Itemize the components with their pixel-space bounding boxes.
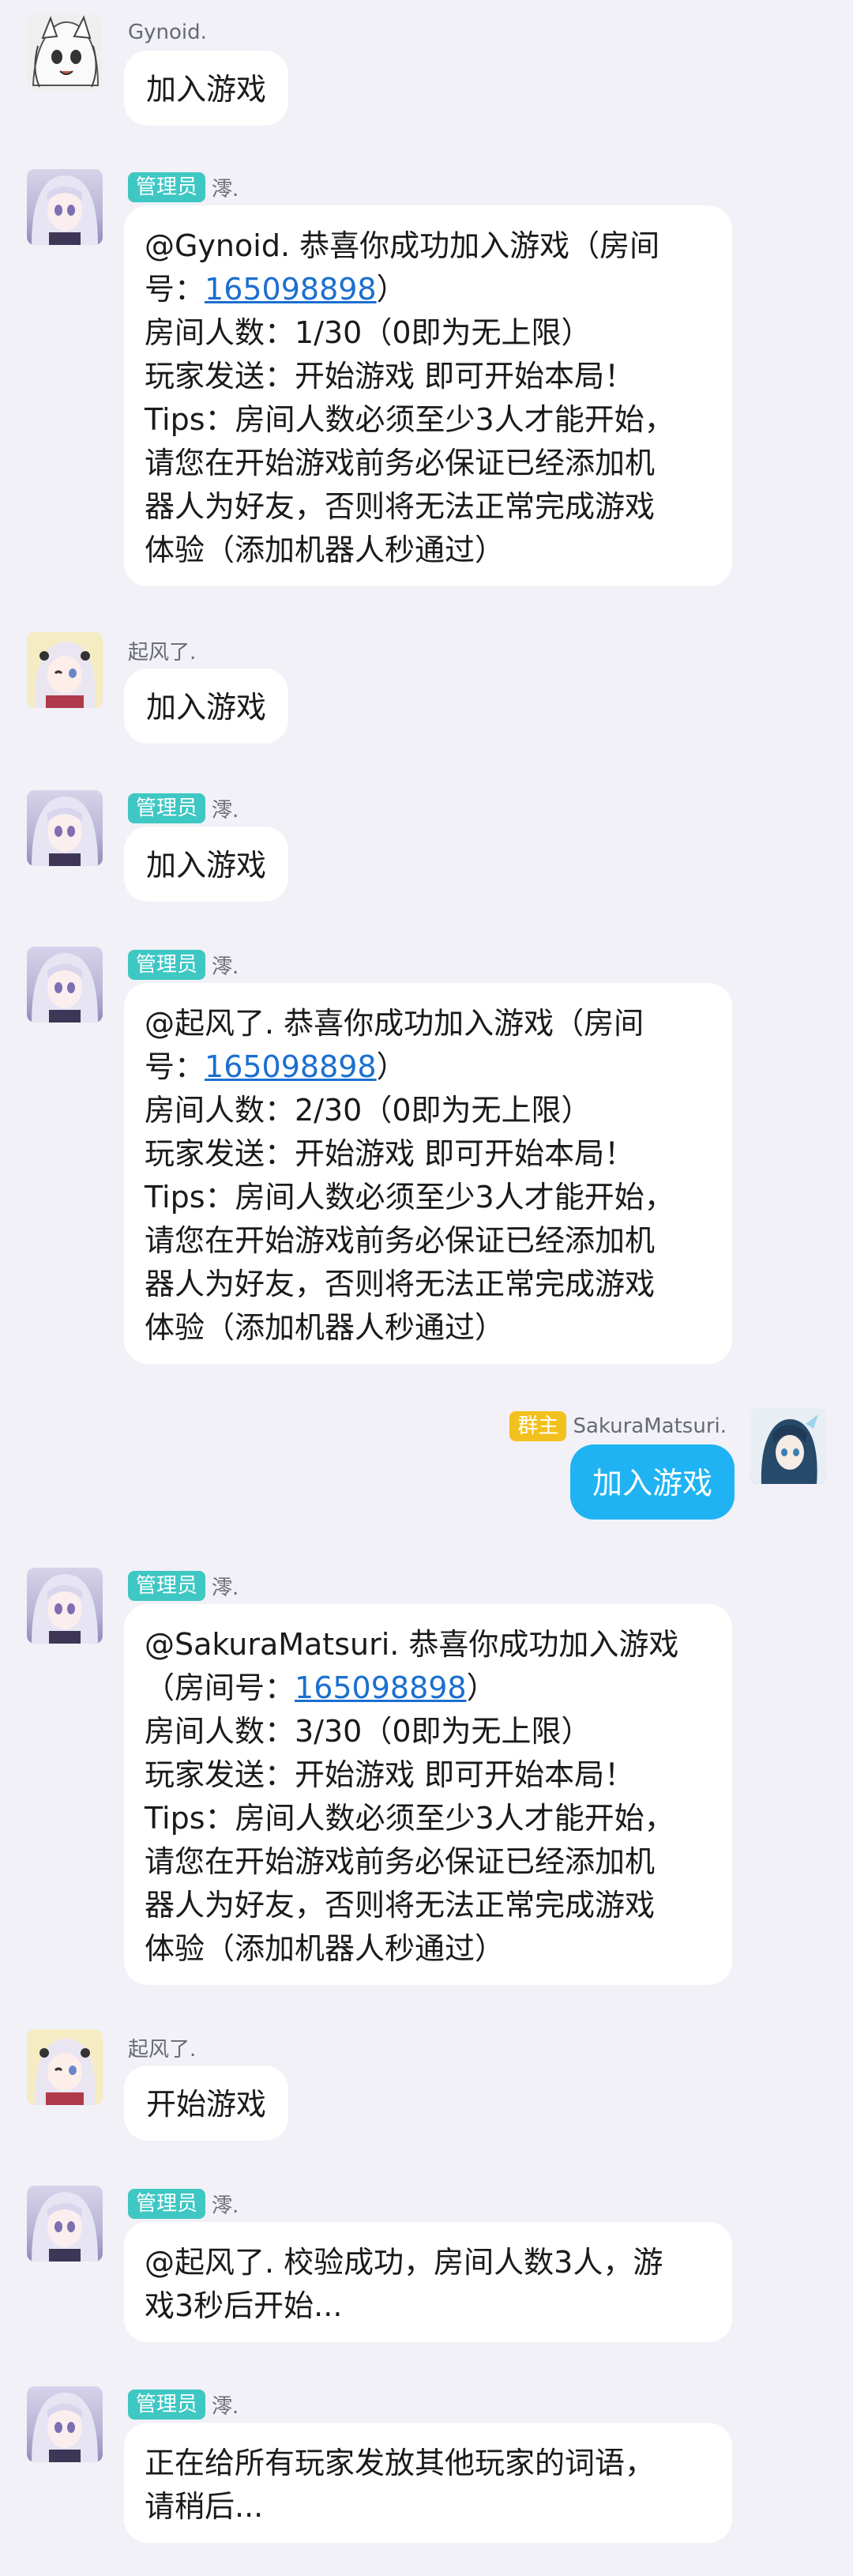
- message-bubble[interactable]: @Gynoid. 恭喜你成功加入游戏（房间 号：165098898） 房间人数：…: [124, 205, 732, 586]
- sender-name: 澪.: [212, 177, 239, 201]
- sender-meta: 管理员 澪.: [128, 2187, 239, 2220]
- message-text: 房间人数：3/30（0即为无上限） 玩家发送：开始游戏 即可开始本局！ Tips…: [145, 1714, 675, 1966]
- message-text: 号：: [145, 272, 205, 307]
- admin-badge: 管理员: [128, 1571, 206, 1601]
- message-bubble[interactable]: 加入游戏: [124, 827, 289, 902]
- room-number-link[interactable]: 165098898: [205, 272, 377, 307]
- sender-name: 澪.: [212, 2194, 239, 2218]
- sender-name: 澪.: [212, 955, 239, 979]
- sender-meta: 起风了.: [128, 634, 196, 667]
- avatar[interactable]: [27, 947, 103, 1022]
- admin-badge: 管理员: [128, 793, 206, 823]
- message-text: ）: [466, 1670, 497, 1705]
- message-text: 房间人数：2/30（0即为无上限） 玩家发送：开始游戏 即可开始本局！ Tips…: [145, 1093, 675, 1345]
- sender-name: 起风了.: [128, 2037, 197, 2062]
- avatar[interactable]: [750, 1408, 826, 1484]
- message-text: ）: [376, 272, 407, 307]
- sender-name: 澪.: [212, 2394, 239, 2419]
- message-bubble[interactable]: @起风了. 校验成功，房间人数3人，游 戏3秒后开始...: [124, 2222, 732, 2342]
- message-bubble[interactable]: 加入游戏: [124, 668, 289, 744]
- avatar[interactable]: [27, 14, 103, 90]
- admin-badge: 管理员: [128, 172, 206, 202]
- chat-view[interactable]: Gynoid. 加入游戏 管理员 澪. @Gynoid. 恭喜你成功加入游戏（房…: [0, 0, 853, 2576]
- sender-name: Gynoid.: [128, 21, 207, 44]
- sender-meta: Gynoid.: [128, 16, 207, 49]
- admin-badge: 管理员: [128, 2390, 206, 2420]
- message-bubble[interactable]: 加入游戏: [124, 51, 289, 126]
- message-bubble[interactable]: 正在给所有玩家发放其他玩家的词语， 请稍后...: [124, 2423, 732, 2543]
- sender-name: 起风了.: [128, 640, 197, 665]
- sender-meta: 群主 SakuraMatsuri.: [509, 1410, 727, 1443]
- message-text: @Gynoid. 恭喜你成功加入游戏（房间: [145, 228, 660, 263]
- sender-meta: 管理员 澪.: [128, 171, 239, 204]
- admin-badge: 管理员: [128, 950, 206, 980]
- message-text: @起风了. 恭喜你成功加入游戏（房间: [145, 1006, 644, 1041]
- avatar[interactable]: [27, 790, 103, 866]
- sender-name: 澪.: [212, 798, 239, 823]
- message-bubble[interactable]: 加入游戏: [569, 1444, 735, 1520]
- message-text: @SakuraMatsuri. 恭喜你成功加入游戏: [145, 1627, 679, 1662]
- sender-meta: 管理员 澪.: [128, 2388, 239, 2421]
- sender-meta: 起风了.: [128, 2031, 196, 2064]
- owner-badge: 群主: [509, 1411, 567, 1441]
- avatar[interactable]: [27, 1568, 103, 1644]
- message-text: 房间人数：1/30（0即为无上限） 玩家发送：开始游戏 即可开始本局！ Tips…: [145, 315, 675, 567]
- sender-meta: 管理员 澪.: [128, 1569, 239, 1602]
- message-text: 号：: [145, 1049, 205, 1084]
- message-bubble[interactable]: @SakuraMatsuri. 恭喜你成功加入游戏 （房间号：165098898…: [124, 1604, 732, 1985]
- sender-meta: 管理员 澪.: [128, 792, 239, 825]
- avatar[interactable]: [27, 2029, 103, 2105]
- message-bubble[interactable]: 开始游戏: [124, 2066, 289, 2141]
- avatar[interactable]: [27, 2186, 103, 2262]
- sender-name: 澪.: [212, 1576, 239, 1600]
- room-number-link[interactable]: 165098898: [205, 1049, 377, 1084]
- room-number-link[interactable]: 165098898: [295, 1670, 467, 1705]
- avatar[interactable]: [27, 169, 103, 245]
- sender-meta: 管理员 澪.: [128, 948, 239, 981]
- avatar[interactable]: [27, 2386, 103, 2462]
- avatar[interactable]: [27, 632, 103, 708]
- message-text: ）: [376, 1049, 407, 1084]
- message-text: （房间号：: [145, 1670, 295, 1705]
- admin-badge: 管理员: [128, 2189, 206, 2219]
- message-bubble[interactable]: @起风了. 恭喜你成功加入游戏（房间 号：165098898） 房间人数：2/3…: [124, 983, 732, 1364]
- sender-name: SakuraMatsuri.: [573, 1414, 727, 1438]
